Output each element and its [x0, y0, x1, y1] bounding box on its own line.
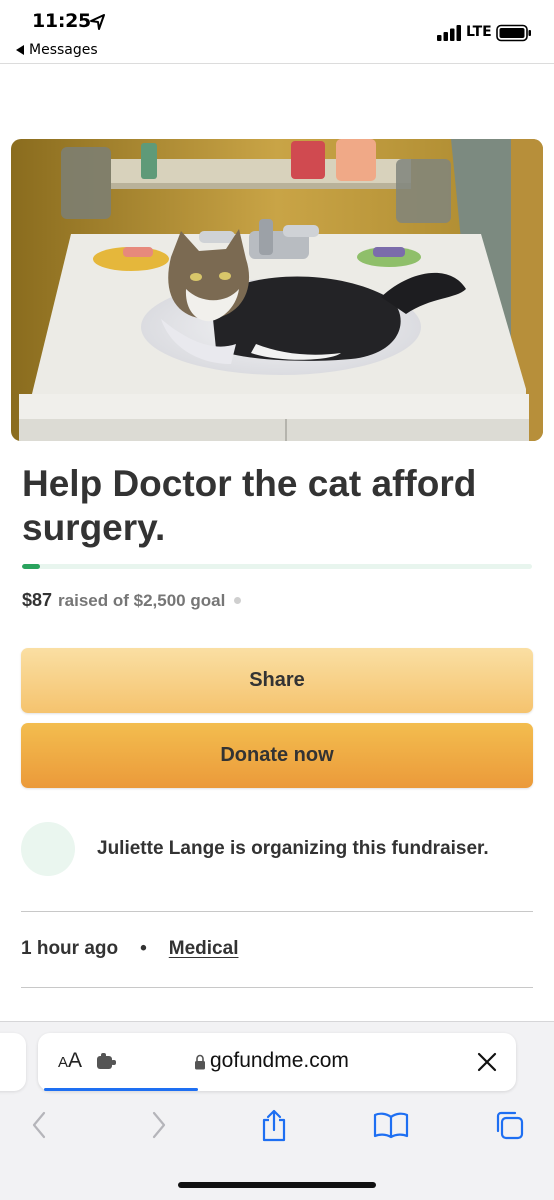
status-bar: 11:25 Messages LTE — [0, 0, 554, 64]
back-chevron-icon[interactable] — [28, 1108, 50, 1142]
raised-goal-text: raised of $2,500 goal — [58, 590, 226, 610]
status-time: 11:25 — [32, 10, 91, 32]
fundraising-progress-bar — [22, 564, 532, 569]
network-label: LTE — [466, 24, 492, 40]
fundraiser-title: Help Doctor the cat afford surgery. — [22, 463, 477, 548]
created-time: 1 hour ago — [21, 938, 119, 959]
fundraiser-meta: 1 hour ago • Medical — [21, 938, 238, 960]
forward-chevron-icon[interactable] — [148, 1108, 170, 1142]
reader-settings-button[interactable]: AA — [58, 1049, 82, 1073]
back-to-messages[interactable]: Messages — [16, 42, 98, 58]
raised-summary: $87 raised of $2,500 goal — [22, 590, 242, 611]
meta-bullet: • — [140, 938, 147, 959]
avatar — [21, 822, 75, 876]
close-icon[interactable] — [476, 1051, 498, 1073]
divider — [21, 911, 533, 912]
organizer-text: Juliette Lange is organizing this fundra… — [97, 838, 489, 859]
battery-icon — [496, 24, 531, 42]
bookmarks-icon[interactable] — [372, 1108, 410, 1142]
donate-now-button[interactable]: Donate now — [21, 723, 533, 788]
tabs-icon[interactable] — [492, 1108, 526, 1142]
share-icon[interactable] — [258, 1108, 290, 1142]
back-label: Messages — [29, 42, 98, 58]
category-link[interactable]: Medical — [169, 938, 239, 960]
page-load-progress — [44, 1088, 198, 1091]
url-text: gofundme.com — [210, 1049, 349, 1072]
signal-icon — [437, 25, 461, 41]
organizer-row: Juliette Lange is organizing this fundra… — [21, 822, 489, 876]
previous-tab-preview[interactable] — [0, 1033, 26, 1091]
cat-in-sink-photo — [11, 139, 543, 441]
info-dot-icon[interactable] — [234, 597, 242, 604]
address-bar[interactable]: AA gofundme.com — [38, 1033, 516, 1091]
location-arrow-icon — [90, 14, 105, 30]
raised-amount: $87 — [22, 590, 53, 610]
browser-toolbar: AA gofundme.com — [0, 1021, 554, 1200]
fundraiser-hero-image — [11, 139, 543, 441]
lock-icon — [195, 1054, 205, 1070]
progress-fill — [22, 564, 40, 569]
home-indicator[interactable] — [178, 1182, 376, 1188]
share-button[interactable]: Share — [21, 648, 533, 713]
back-triangle-icon — [16, 45, 24, 55]
divider — [21, 987, 533, 988]
extension-icon[interactable] — [96, 1052, 118, 1072]
